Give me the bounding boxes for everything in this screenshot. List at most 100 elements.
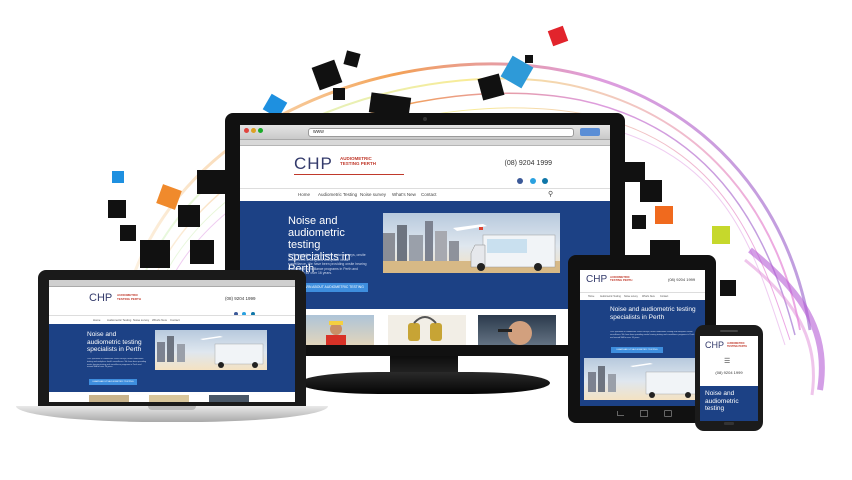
decor-square [197, 170, 225, 194]
monitor-base [300, 372, 550, 394]
decor-square [333, 88, 345, 100]
laptop-feature-thumb[interactable] [209, 395, 249, 402]
mobile-menu-icon[interactable]: ☰ [724, 357, 730, 365]
facebook-icon[interactable] [517, 178, 524, 184]
laptop-phone: (08) 9204 1999 [225, 296, 256, 301]
close-icon[interactable] [244, 128, 249, 133]
tablet-nav-home[interactable]: Home [588, 295, 594, 298]
minimize-icon[interactable] [251, 128, 256, 133]
feature-image-worker[interactable] [296, 315, 374, 345]
laptop-screen: CHP AUDIOMETRIC TESTING PERTH (08) 9204 … [49, 280, 295, 402]
decor-square [190, 240, 214, 264]
mobile-logo-subtitle: AUDIOMETRIC TESTING PERTH [727, 342, 747, 348]
go-button[interactable] [580, 128, 600, 136]
laptop-nav: Home Audiometric Testing Noise survey Wh… [49, 315, 295, 324]
decor-square [625, 162, 645, 182]
tablet-phone: (08) 9204 1999 [668, 277, 696, 282]
laptop-feature-thumb[interactable] [89, 395, 129, 402]
laptop-trackpad-notch [148, 406, 196, 410]
tablet-back-button[interactable] [617, 411, 624, 416]
hero-cta-button[interactable]: LEARN ABOUT AUDIOMETRIC TESTING [296, 283, 368, 292]
tablet-nav: Home Audiometric Testing Noise survey Wh… [580, 292, 705, 300]
decor-square [178, 205, 200, 227]
site-header: CHP AUDIOMETRIC TESTING PERTH (08) 9204 … [240, 146, 610, 188]
laptop-logo-sub-line2: TESTING PERTH [117, 296, 142, 301]
laptop-browser-toolbar [49, 280, 295, 287]
tablet-home-button[interactable] [640, 410, 648, 417]
tablet-hero-title: Noise and audiometric testing specialist… [610, 306, 696, 321]
smartphone-earpiece [720, 330, 738, 332]
feature-image-ear-exam[interactable] [478, 315, 556, 345]
main-nav: Home Audiometric Testing Noise survey Wh… [240, 188, 610, 201]
decor-square [108, 200, 126, 218]
mobile-hero: Noise and audiometric testing [700, 386, 758, 421]
linkedin-icon[interactable] [542, 178, 548, 184]
tablet-nav-contact[interactable]: Contact [660, 295, 668, 298]
laptop-feature-strip [49, 392, 295, 402]
decor-square [140, 240, 170, 268]
decor-square [655, 206, 673, 224]
nav-item-audiometric[interactable]: Audiometric Testing [318, 192, 357, 197]
decor-square [632, 215, 646, 229]
search-icon[interactable]: ⚲ [548, 190, 553, 198]
laptop-nav-home[interactable]: Home [93, 318, 100, 322]
twitter-icon[interactable] [529, 178, 536, 184]
mobile-social-icons [700, 379, 758, 392]
decor-square [525, 55, 533, 63]
laptop-site-header: CHP AUDIOMETRIC TESTING PERTH (08) 9204 … [49, 287, 295, 316]
laptop-hero-image [155, 330, 267, 370]
nav-item-contact[interactable]: Contact [421, 192, 437, 197]
decor-square [712, 226, 730, 244]
tablet-hero-body: CHP specialise in audiometric noise surv… [610, 331, 695, 339]
laptop-nav-contact[interactable]: Contact [170, 318, 180, 322]
feature-image-earmuffs[interactable] [388, 315, 466, 345]
laptop-hero-body: CHP specialise in audiometric noise surv… [87, 358, 147, 369]
camera-dot [423, 117, 427, 121]
decor-square [640, 180, 662, 202]
site-logo[interactable]: CHP [294, 154, 333, 174]
laptop-hero: Noise and audiometric testing specialist… [49, 324, 295, 392]
tablet-logo-subtitle: AUDIOMETRIC TESTING PERTH [610, 275, 633, 283]
logo-sub-line2: TESTING PERTH [340, 161, 377, 166]
tablet-screen: CHP AUDIOMETRIC TESTING PERTH (08) 9204 … [580, 266, 705, 406]
laptop-nav-noise-survey[interactable]: Noise survey [133, 318, 149, 322]
laptop-nav-audiometric[interactable]: Audiometric Testing [107, 318, 131, 322]
mobile-menu-bar: ☰ [700, 356, 758, 370]
logo-underline [294, 174, 404, 175]
laptop-nav-whats-new[interactable]: What's New [152, 318, 167, 322]
hero-image [383, 213, 560, 273]
mobile-logo[interactable]: CHP [705, 340, 724, 350]
nav-item-whats-new[interactable]: What's New [392, 192, 416, 197]
logo-subtitle: AUDIOMETRIC TESTING PERTH [340, 156, 376, 166]
decor-square [112, 171, 124, 183]
nav-item-noise-survey[interactable]: Noise survey [360, 192, 386, 197]
smartphone-home-button[interactable] [724, 422, 734, 425]
mobile-phone-number: (08) 9204 1999 [715, 370, 743, 375]
mobile-hero-title: Noise and audiometric testing [705, 390, 739, 412]
tablet-site-header: CHP AUDIOMETRIC TESTING PERTH (08) 9204 … [580, 270, 705, 292]
decor-square [120, 225, 136, 241]
phone-number: (08) 9204 1999 [504, 160, 552, 167]
tablet-logo-sub-line2: TESTING PERTH [610, 278, 633, 283]
tablet-nav-noise-survey[interactable]: Noise survey [624, 295, 638, 298]
laptop-logo-subtitle: AUDIOMETRIC TESTING PERTH [117, 293, 142, 301]
decor-square [720, 280, 736, 296]
social-icons [515, 171, 548, 189]
nav-item-home[interactable]: Home [298, 192, 310, 197]
tablet-hero-image [584, 358, 701, 400]
tablet-nav-whats-new[interactable]: What's New [642, 295, 655, 298]
tablet-logo[interactable]: CHP [586, 274, 607, 285]
laptop-hero-title: Noise and audiometric testing specialist… [87, 331, 142, 353]
mobile-site-header: CHP AUDIOMETRIC TESTING PERTH [700, 336, 758, 356]
tablet-hero-button[interactable]: LEARN ABOUT AUDIOMETRIC TESTING [611, 347, 663, 353]
tablet-nav-audiometric[interactable]: Audiometric Testing [600, 295, 621, 298]
tablet-recent-button[interactable] [664, 410, 672, 417]
browser-toolbar: www [240, 125, 610, 140]
smartphone-screen: CHP AUDIOMETRIC TESTING PERTH ☰ (08) 920… [700, 336, 758, 421]
tablet-hero: Noise and audiometric testing specialist… [580, 300, 705, 406]
laptop-logo[interactable]: CHP [89, 292, 112, 304]
url-input[interactable]: www [308, 128, 574, 137]
laptop-hero-button[interactable]: LEARN ABOUT AUDIOMETRIC TESTING [89, 379, 137, 385]
maximize-icon[interactable] [258, 128, 263, 133]
laptop-feature-thumb[interactable] [149, 395, 189, 402]
